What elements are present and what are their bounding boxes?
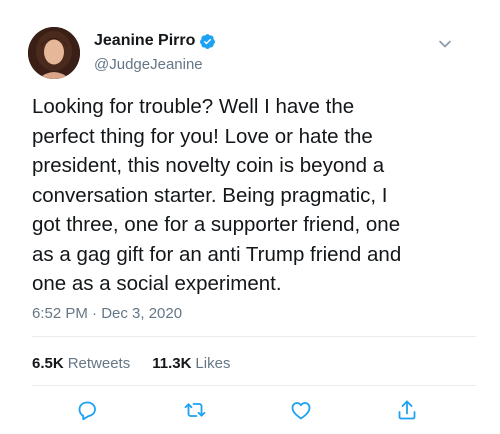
verified-badge-icon: [199, 33, 216, 50]
reply-icon[interactable]: [75, 398, 99, 422]
likes-label: Likes: [195, 355, 231, 372]
retweets-stat[interactable]: 6.5K Retweets: [32, 354, 130, 374]
divider: [32, 385, 476, 386]
tweet-actions: [0, 398, 500, 424]
divider: [32, 336, 476, 337]
tweet-text: Looking for trouble? Well I have the per…: [32, 95, 402, 295]
tweet-timestamp[interactable]: 6:52 PM · Dec 3, 2020: [32, 304, 182, 324]
chevron-down-icon[interactable]: [437, 36, 453, 52]
heart-icon[interactable]: [289, 398, 313, 422]
author-handle[interactable]: @JudgeJeanine: [94, 55, 203, 75]
retweets-label: Retweets: [67, 355, 131, 372]
likes-count: 11.3K: [152, 355, 192, 372]
tweet-stats: 6.5K Retweets 11.3K Likes: [32, 354, 230, 374]
retweet-icon[interactable]: [183, 398, 207, 422]
avatar[interactable]: [28, 27, 80, 79]
display-name[interactable]: Jeanine Pirro: [94, 31, 195, 51]
share-icon[interactable]: [395, 398, 419, 422]
tweet-card: Jeanine Pirro @JudgeJeanine Looking for …: [0, 0, 500, 434]
author-name-row: Jeanine Pirro: [94, 31, 216, 51]
avatar-image: [28, 27, 80, 79]
retweets-count: 6.5K: [32, 355, 64, 372]
likes-stat[interactable]: 11.3K Likes: [152, 354, 230, 374]
